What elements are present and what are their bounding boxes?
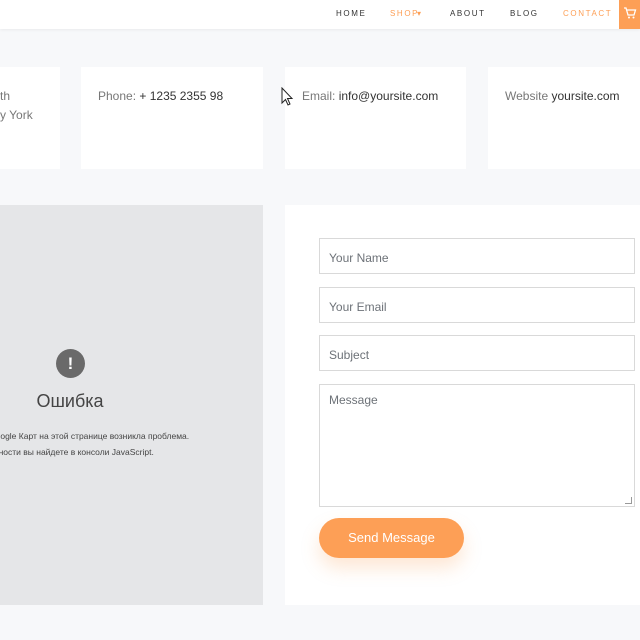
nav-blog[interactable]: BLOG: [510, 9, 539, 18]
error-title: Ошибка: [36, 391, 104, 411]
website-card: Website yoursite.com: [488, 67, 640, 169]
address-card: th y York: [0, 67, 60, 169]
email-placeholder: Your Email: [329, 300, 387, 314]
name-placeholder: Your Name: [329, 251, 389, 265]
phone-label: Phone:: [98, 89, 137, 103]
send-message-button[interactable]: Send Message: [319, 518, 464, 558]
email-value[interactable]: info@yoursite.com: [339, 89, 439, 103]
address-text: th y York: [0, 87, 33, 125]
top-navigation-bar: HOME SHOP ▾ ABOUT BLOG CONTACT: [0, 0, 640, 29]
phone-text: Phone: + 1235 2355 98: [98, 87, 223, 106]
website-value[interactable]: yoursite.com: [551, 89, 619, 103]
email-text: Email: info@yoursite.com: [302, 87, 438, 106]
nav-contact[interactable]: CONTACT: [563, 9, 612, 18]
error-message-line-2: обности вы найдете в консоли JavaScript.: [0, 447, 154, 457]
subject-field[interactable]: Subject: [319, 335, 635, 371]
subject-placeholder: Subject: [329, 348, 370, 362]
error-message-line-1: Google Карт на этой странице возникла пр…: [0, 431, 190, 441]
website-label: Website: [505, 89, 549, 103]
address-line-2: y York: [0, 108, 33, 122]
phone-card: Phone: + 1235 2355 98: [81, 67, 263, 169]
chevron-down-icon: ▾: [417, 9, 423, 18]
contact-form: Your Name Your Email Subject Message Sen…: [285, 205, 640, 605]
name-field[interactable]: Your Name: [319, 238, 635, 274]
website-text: Website yoursite.com: [505, 87, 620, 106]
resize-handle-icon[interactable]: [625, 497, 632, 504]
mouse-cursor-icon: [281, 87, 294, 106]
message-field[interactable]: Message: [319, 384, 635, 507]
nav-shop-label: SHOP: [390, 9, 420, 18]
message-placeholder: Message: [329, 393, 378, 407]
email-card: Email: info@yoursite.com: [285, 67, 466, 169]
address-line-1: th: [0, 89, 11, 103]
phone-value[interactable]: + 1235 2355 98: [139, 89, 223, 103]
cart-icon: [624, 7, 637, 19]
nav-home[interactable]: HOME: [336, 9, 366, 18]
nav-shop[interactable]: SHOP: [390, 9, 419, 18]
email-field[interactable]: Your Email: [319, 287, 635, 323]
email-label: Email:: [302, 89, 336, 103]
error-icon: !: [56, 349, 85, 378]
map-panel[interactable]: ! Ошибка Google Карт на этой странице во…: [0, 205, 263, 605]
cart-button[interactable]: [619, 0, 640, 29]
nav-about[interactable]: ABOUT: [450, 9, 486, 18]
